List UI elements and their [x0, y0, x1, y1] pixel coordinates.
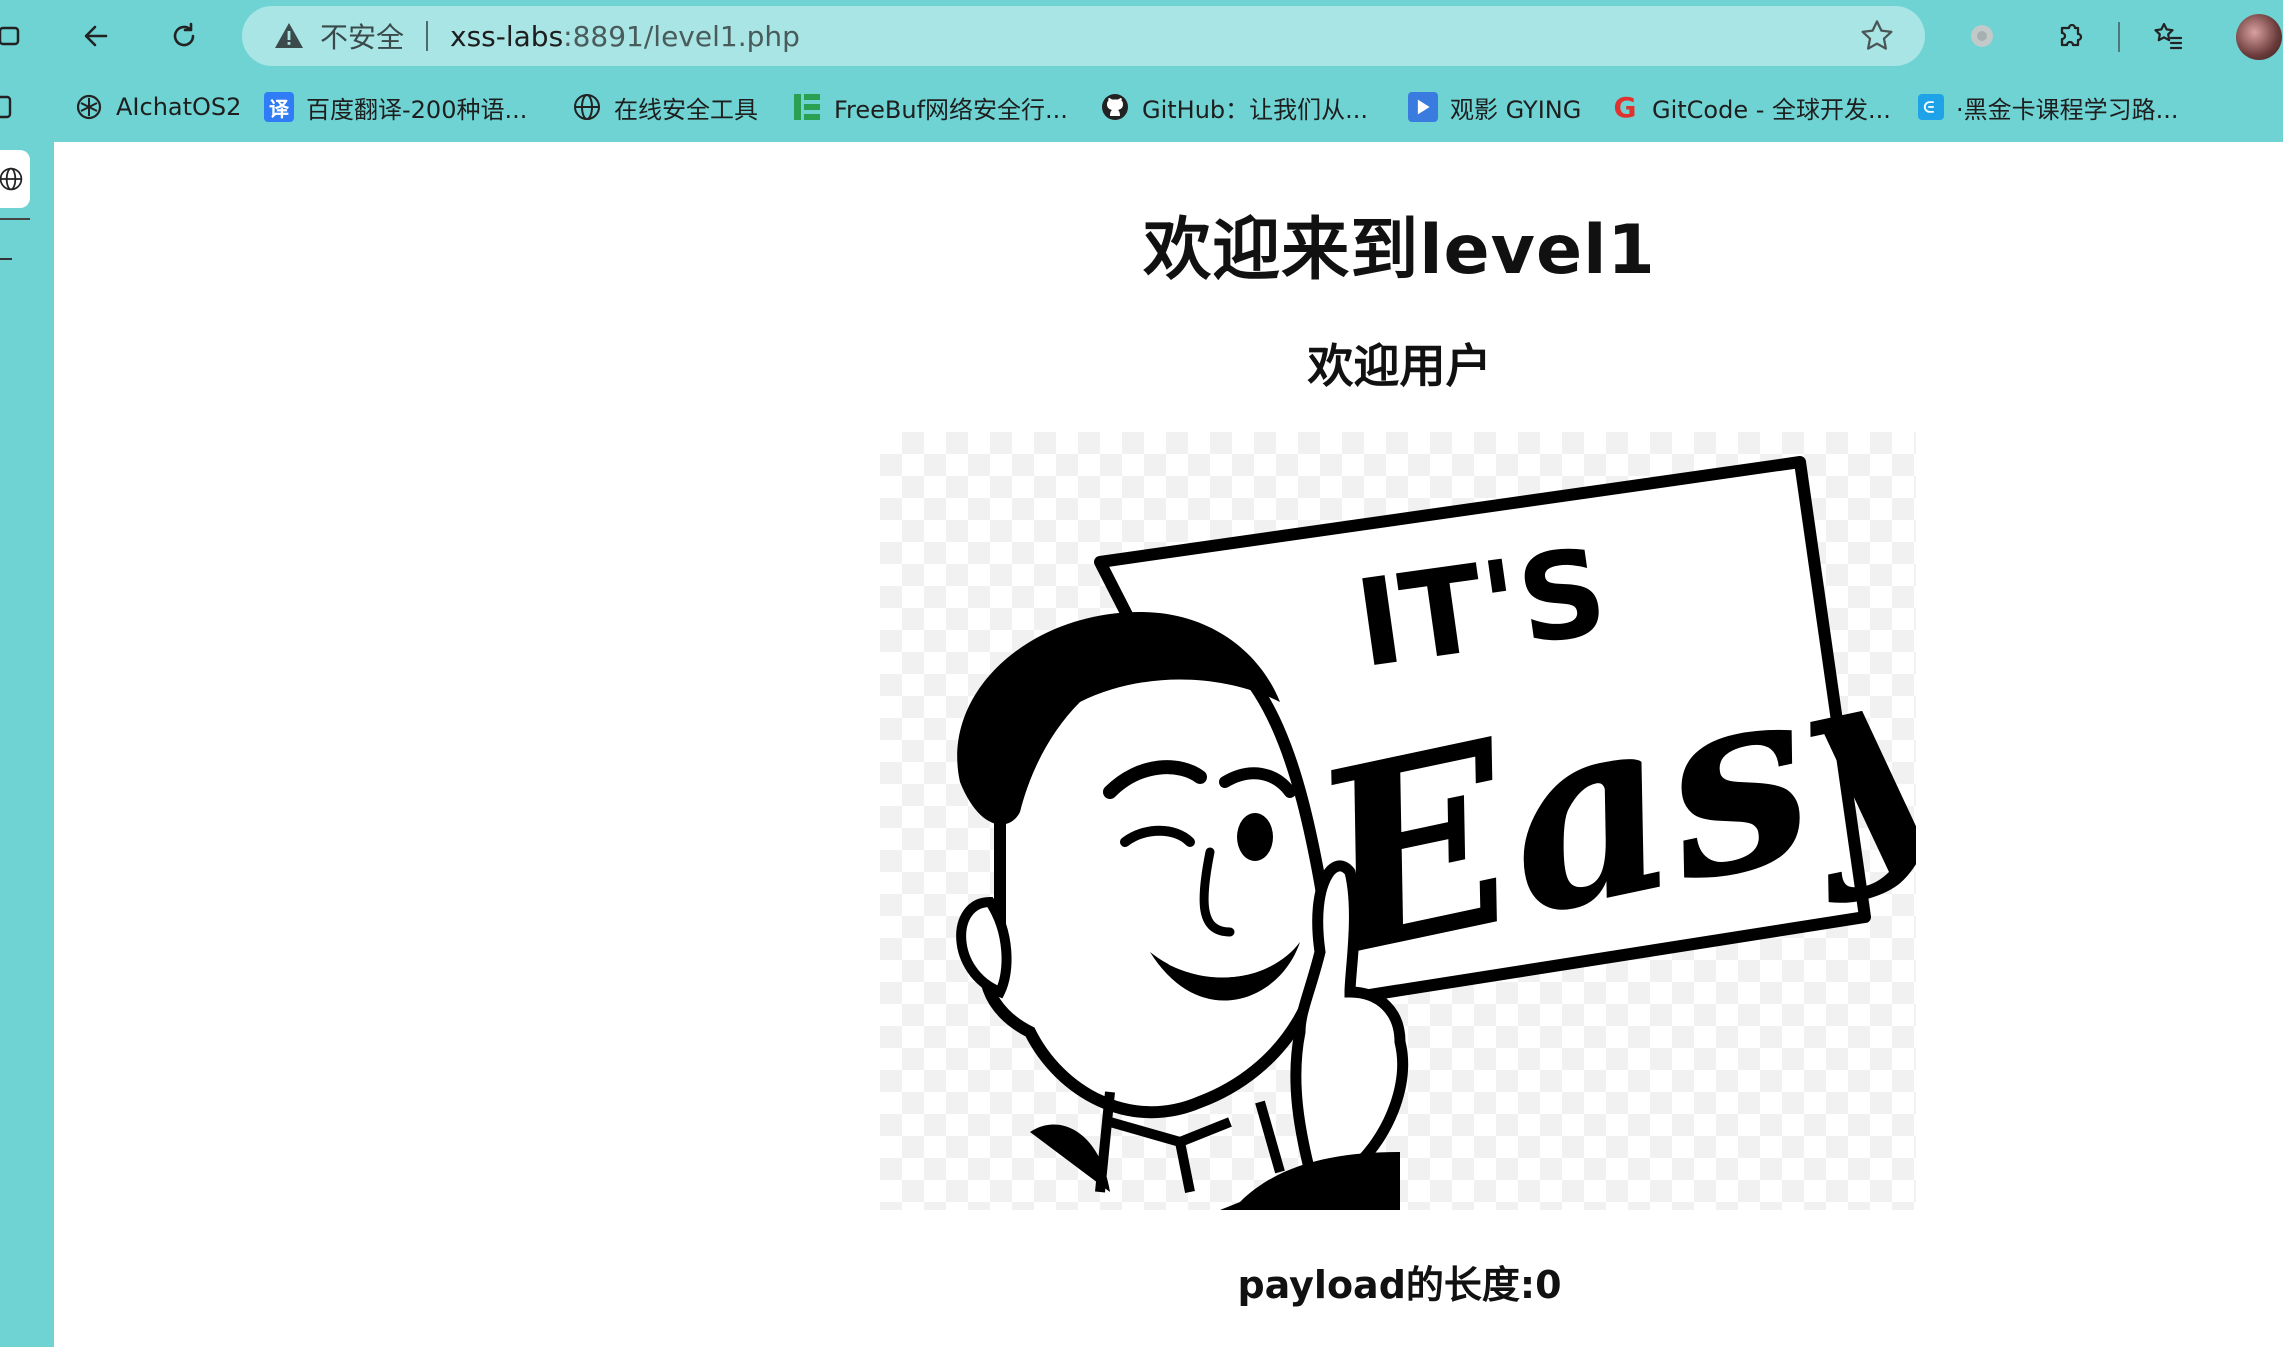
bookmark-label: GitHub：让我们从...: [1142, 95, 1369, 124]
page-subtitle: 欢迎用户: [1307, 339, 1492, 393]
bookmark-label: 观影 GYING: [1450, 95, 1582, 124]
gitcode-icon: G: [1613, 90, 1637, 124]
rail-divider: [0, 218, 30, 220]
bookmarks-folder-icon[interactable]: [0, 86, 12, 128]
bookmark-online-security-tools[interactable]: 在线安全工具: [572, 86, 758, 128]
payload-length-text: payload的长度:0: [1237, 1263, 1562, 1307]
page-title: 欢迎来到level1: [1143, 211, 1656, 290]
bookmark-aichatos2[interactable]: AIchatOS2: [74, 86, 241, 128]
bookmark-freebuf[interactable]: FreeBuf网络安全行...: [792, 86, 1068, 128]
tab-actions-icon[interactable]: [0, 12, 34, 60]
extensions-button[interactable]: [2046, 12, 2094, 60]
active-tab[interactable]: [0, 150, 30, 208]
url-path: :8891/level1.php: [563, 19, 800, 53]
its-easy-illustration: IT'S Easy: [956, 456, 1992, 1210]
back-button[interactable]: [72, 12, 120, 60]
security-label[interactable]: 不安全: [320, 16, 404, 56]
extension-circle-icon[interactable]: [1958, 12, 2006, 60]
reload-icon: [173, 22, 195, 47]
url-host: xss-labs: [450, 19, 564, 53]
url-text[interactable]: xss-labs:8891/level1.php: [450, 20, 800, 53]
chatgpt-icon: [74, 92, 104, 122]
translate-icon: 译: [264, 92, 294, 122]
bookmark-label: 在线安全工具: [614, 95, 758, 124]
toolbar-divider: [2118, 22, 2120, 52]
favorites-icon: [2154, 22, 2183, 50]
bookmark-label: ·黑金卡课程学习路...: [1956, 95, 2179, 124]
bookmark-course[interactable]: ·黑金卡课程学习路...: [1918, 86, 2179, 128]
bookmark-gitcode[interactable]: G GitCode - 全球开发...: [1610, 86, 1891, 128]
course-icon: [1918, 94, 1944, 120]
arrow-left-icon: [84, 25, 108, 47]
bookmark-label: FreeBuf网络安全行...: [834, 95, 1068, 124]
bookmark-label: 百度翻译-200种语...: [306, 95, 528, 124]
favorite-star-icon[interactable]: [1859, 18, 1895, 54]
bookmark-label: AIchatOS2: [116, 93, 242, 121]
bookmark-baidu-translate[interactable]: 译 百度翻译-200种语...: [264, 86, 527, 128]
reload-button[interactable]: [160, 12, 208, 60]
collapse-icon[interactable]: [0, 258, 12, 260]
bookmarks-bar: AIchatOS2 译 百度翻译-200种语... 在线安全工具 FreeBuf…: [0, 82, 2283, 132]
favorites-button[interactable]: [2144, 12, 2192, 60]
bookmark-gying[interactable]: 观影 GYING: [1408, 86, 1581, 128]
globe-icon: [572, 92, 602, 122]
puzzle-icon: [2060, 23, 2083, 47]
warning-icon[interactable]: [272, 19, 306, 53]
github-icon: [1100, 92, 1130, 122]
play-icon: [1408, 92, 1438, 122]
address-bar[interactable]: 不安全 xss-labs:8891/level1.php: [242, 6, 1925, 66]
profile-avatar[interactable]: [2236, 14, 2282, 60]
vertical-tabs-rail: [0, 140, 54, 1347]
page-viewport: 欢迎来到level1 欢迎用户 IT'S Easy payload的长度:0: [54, 142, 2283, 1347]
browser-toolbar: 不安全 xss-labs:8891/level1.php: [0, 0, 2283, 72]
freebuf-icon: [792, 92, 822, 122]
browser-window: 不安全 xss-labs:8891/level1.php AIchatOS2 译…: [0, 0, 2283, 1347]
address-divider: [426, 21, 429, 51]
globe-icon: [0, 167, 23, 191]
bookmark-label: GitCode - 全球开发...: [1652, 95, 1891, 124]
its-easy-image: IT'S Easy: [880, 432, 1992, 1210]
bookmark-github[interactable]: GitHub：让我们从...: [1100, 86, 1368, 128]
